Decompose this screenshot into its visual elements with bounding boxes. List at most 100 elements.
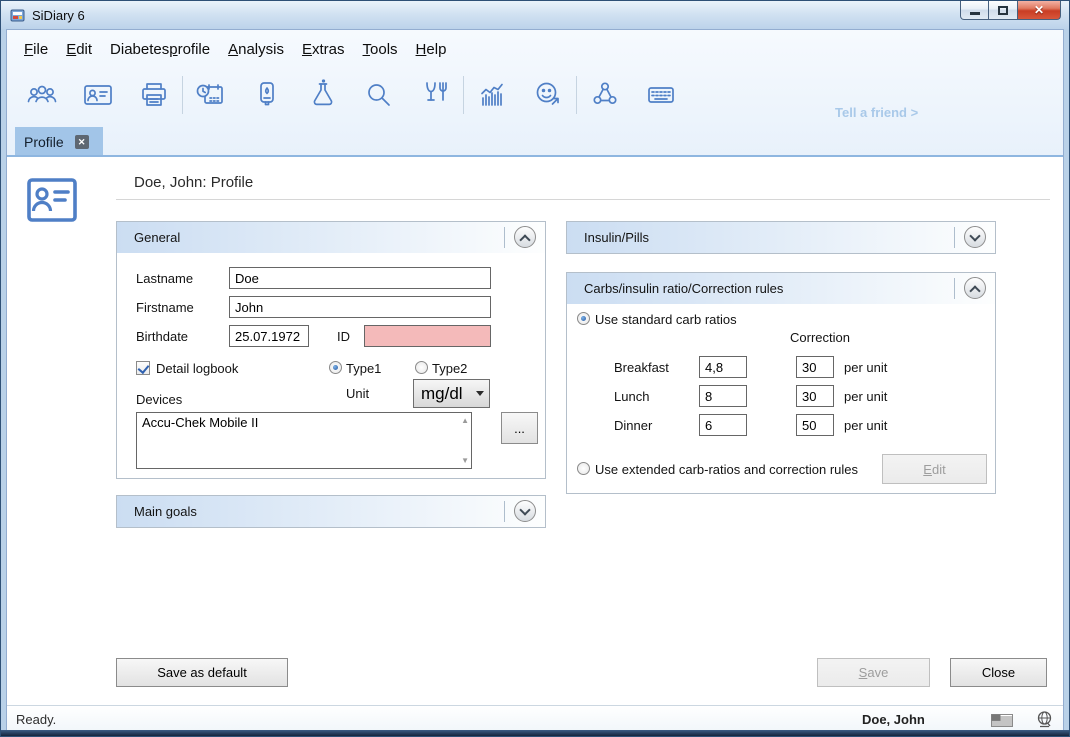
- type1-radio[interactable]: [329, 361, 342, 374]
- wellness-button[interactable]: [520, 73, 576, 117]
- heading-divider: [116, 199, 1050, 200]
- close-button[interactable]: Close: [950, 658, 1047, 687]
- edit-button[interactable]: Edit: [882, 454, 987, 484]
- dinner-ratio-input[interactable]: [699, 414, 747, 436]
- insulin-pills-title: Insulin/Pills: [584, 230, 649, 245]
- extended-carb-ratios-radio[interactable]: [577, 462, 590, 475]
- nutrition-button[interactable]: [407, 73, 463, 117]
- language-flag-icon[interactable]: [991, 714, 1013, 727]
- firstname-label: Firstname: [136, 300, 194, 315]
- lastname-input[interactable]: [229, 267, 491, 289]
- menubar: File Edit Diabetesprofile Analysis Extra…: [15, 37, 455, 62]
- header-separator: [504, 227, 505, 248]
- save-button[interactable]: Save: [817, 658, 930, 687]
- firstname-input[interactable]: [229, 296, 491, 318]
- unit-value: mg/dl: [414, 384, 471, 404]
- calendar-clock-icon: [194, 78, 228, 112]
- expand-insulin-pills-button chevron-down-icon[interactable]: [964, 226, 986, 248]
- type2-label: Type2: [432, 361, 467, 376]
- dinner-label: Dinner: [614, 418, 652, 433]
- device-import-button[interactable]: [239, 73, 295, 117]
- tab-profile[interactable]: Profile ✕: [15, 127, 103, 156]
- menu-analysis[interactable]: Analysis: [219, 37, 293, 62]
- keyboard-icon: [644, 78, 678, 112]
- profile-button[interactable]: [70, 73, 126, 117]
- minimize-icon: [970, 12, 980, 15]
- window-bottom-edge: [1, 730, 1069, 736]
- close-window-button[interactable]: ✕: [1017, 1, 1061, 20]
- profile-card-icon: [81, 78, 115, 112]
- carb-ratios-title: Carbs/insulin ratio/Correction rules: [584, 281, 783, 296]
- breakfast-ratio-input[interactable]: [699, 356, 747, 378]
- chart-icon: [475, 78, 509, 112]
- lunch-per-unit-label: per unit: [844, 389, 887, 404]
- globe-icon[interactable]: [1035, 710, 1054, 729]
- print-button[interactable]: [126, 73, 182, 117]
- expand-main-goals-button chevron-down-icon[interactable]: [514, 500, 536, 522]
- lastname-label: Lastname: [136, 271, 193, 286]
- birthdate-label: Birthdate: [136, 329, 188, 344]
- maximize-button[interactable]: [989, 1, 1017, 20]
- sync-button[interactable]: [577, 73, 633, 117]
- collapse-carb-ratios-button chevron-up-icon[interactable]: [964, 277, 986, 299]
- profile-page-icon: [26, 177, 78, 225]
- standard-carb-ratios-radio[interactable]: [577, 312, 590, 325]
- devices-label: Devices: [136, 392, 182, 407]
- save-as-default-button[interactable]: Save as default: [116, 658, 288, 687]
- breakfast-correction-input[interactable]: [796, 356, 834, 378]
- device-list-item[interactable]: Accu-Chek Mobile II: [142, 415, 466, 430]
- smiley-export-icon: [531, 78, 565, 112]
- menu-extras[interactable]: Extras: [293, 37, 354, 62]
- tab-close-icon[interactable]: ✕: [75, 135, 89, 149]
- toolbar: [14, 73, 689, 117]
- menu-edit[interactable]: Edit: [57, 37, 101, 62]
- correction-header: Correction: [790, 330, 850, 345]
- lunch-ratio-input[interactable]: [699, 385, 747, 407]
- share-sync-icon: [588, 78, 622, 112]
- menu-diabetesprofile[interactable]: Diabetesprofile: [101, 37, 219, 62]
- detail-logbook-checkbox[interactable]: [136, 361, 150, 375]
- menu-help[interactable]: Help: [407, 37, 456, 62]
- extended-carb-ratios-label: Use extended carb-ratios and correction …: [595, 462, 858, 477]
- window-title: SiDiary 6: [32, 8, 85, 23]
- titlebar: SiDiary 6 ✕: [1, 1, 1069, 29]
- collapse-general-button chevron-up-icon[interactable]: [514, 226, 536, 248]
- dinner-per-unit-label: per unit: [844, 418, 887, 433]
- printer-icon: [137, 78, 171, 112]
- devices-browse-button[interactable]: ...: [501, 412, 538, 444]
- scroll-down-icon[interactable]: ▼: [461, 456, 469, 465]
- menu-file[interactable]: File: [15, 37, 57, 62]
- statistics-button[interactable]: [464, 73, 520, 117]
- unit-dropdown[interactable]: mg/dl: [413, 379, 490, 408]
- birthdate-input[interactable]: [229, 325, 309, 347]
- close-icon: ✕: [1018, 3, 1060, 17]
- main-goals-title: Main goals: [134, 504, 197, 519]
- search-button[interactable]: [351, 73, 407, 117]
- status-text: Ready.: [16, 712, 56, 727]
- tab-label: Profile: [24, 134, 64, 150]
- app-logo-icon: [10, 7, 26, 23]
- menu-tools[interactable]: Tools: [354, 37, 407, 62]
- logbook-button[interactable]: [183, 73, 239, 117]
- devices-listbox[interactable]: Accu-Chek Mobile II ▲ ▼: [136, 412, 472, 469]
- header-separator: [954, 278, 955, 299]
- lunch-label: Lunch: [614, 389, 649, 404]
- dinner-correction-input[interactable]: [796, 414, 834, 436]
- breakfast-per-unit-label: per unit: [844, 360, 887, 375]
- food-glass-fork-icon: [418, 78, 452, 112]
- lunch-correction-input[interactable]: [796, 385, 834, 407]
- id-input[interactable]: [364, 325, 491, 347]
- scroll-up-icon[interactable]: ▲: [461, 416, 469, 425]
- tell-a-friend-link[interactable]: Tell a friend >: [835, 105, 918, 120]
- window-controls: ✕: [960, 1, 1061, 20]
- patients-button[interactable]: [14, 73, 70, 117]
- search-icon: [362, 78, 396, 112]
- minimize-button[interactable]: [960, 1, 989, 20]
- insulin-pills-group: Insulin/Pills: [566, 221, 996, 254]
- keyboard-button[interactable]: [633, 73, 689, 117]
- glucose-meter-icon: [250, 78, 284, 112]
- carb-ratios-header: Carbs/insulin ratio/Correction rules: [567, 273, 995, 304]
- type2-radio[interactable]: [415, 361, 428, 374]
- laboratory-button[interactable]: [295, 73, 351, 117]
- general-group-header: General: [117, 222, 545, 253]
